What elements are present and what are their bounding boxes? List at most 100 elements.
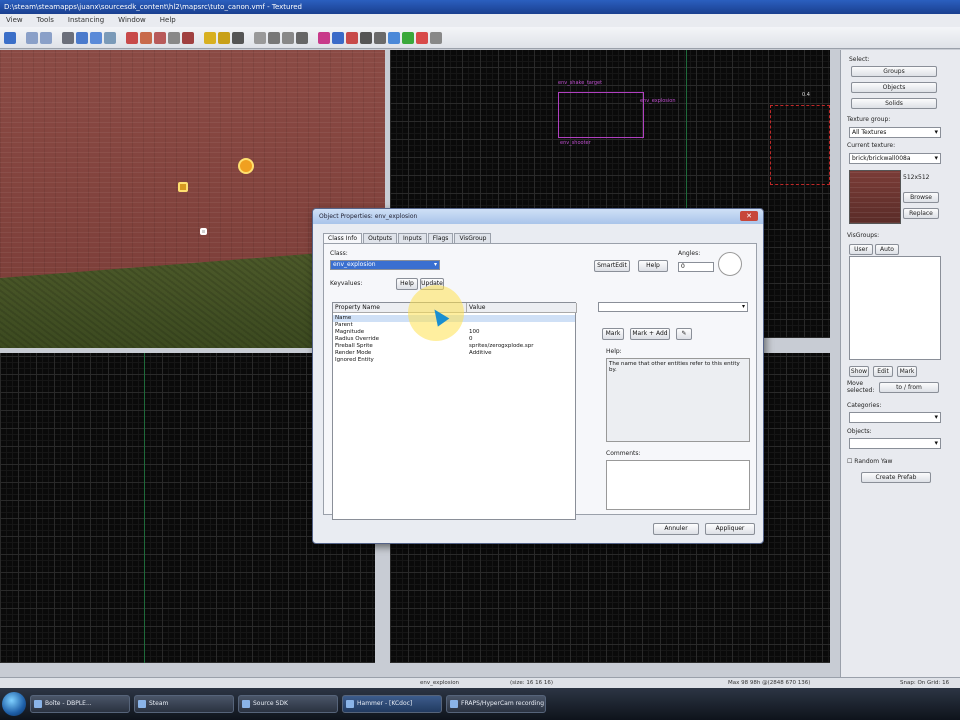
groups-button[interactable]: Groups — [851, 66, 937, 77]
menu-instancing[interactable]: Instancing — [68, 16, 104, 25]
table-row[interactable]: Ignored Entity — [333, 357, 575, 364]
tab-flags[interactable]: Flags — [427, 233, 454, 243]
tab-visgroup[interactable]: VisGroup — [454, 233, 492, 243]
carve-icon[interactable] — [168, 31, 180, 44]
help-button[interactable]: Help — [638, 260, 668, 272]
clip-icon[interactable] — [360, 31, 372, 44]
help-text-box: The name that other entities refer to th… — [606, 358, 750, 442]
brush-icon[interactable] — [282, 31, 294, 44]
table-row[interactable]: Render Mode Additive — [333, 350, 575, 357]
browse-button[interactable]: Browse — [903, 192, 939, 203]
vis-icon[interactable] — [332, 31, 344, 44]
tab-inputs[interactable]: Inputs — [398, 233, 427, 243]
magnify-icon[interactable] — [374, 31, 386, 44]
vertex-icon[interactable] — [154, 31, 166, 44]
texture-preview — [849, 170, 901, 224]
hide-icon[interactable] — [218, 31, 230, 44]
help-button-small[interactable]: Help — [396, 278, 418, 290]
replace-button[interactable]: Replace — [903, 208, 939, 219]
selection-box[interactable] — [770, 105, 830, 185]
menu-window[interactable]: Window — [118, 16, 146, 25]
objects-select[interactable] — [849, 438, 941, 449]
label-env-shooter: env_shooter — [560, 140, 591, 146]
block-icon[interactable] — [416, 31, 428, 44]
visgroup-list[interactable] — [849, 256, 941, 360]
tab-auto[interactable]: Auto — [875, 244, 899, 255]
value-select[interactable] — [598, 302, 748, 312]
mark-add-button[interactable]: Mark + Add — [630, 328, 670, 340]
entity-bbox[interactable] — [558, 92, 644, 138]
explosion-entity-icon[interactable] — [238, 158, 254, 174]
menu-view[interactable]: View — [6, 16, 23, 25]
tofrom-button[interactable]: to / from — [879, 382, 939, 393]
mark-button[interactable]: Mark — [602, 328, 624, 340]
start-button[interactable] — [2, 692, 26, 716]
apply-button[interactable]: Appliquer — [705, 523, 755, 535]
col-value-header[interactable]: Value — [467, 303, 577, 313]
create-prefab-button[interactable]: Create Prefab — [861, 472, 931, 483]
table-row[interactable]: Radius Override 0 — [333, 336, 575, 343]
mark-button[interactable]: Mark — [897, 366, 917, 377]
ungroup-icon[interactable] — [204, 31, 216, 44]
copy-icon[interactable] — [76, 31, 88, 44]
tab-user[interactable]: User — [849, 244, 873, 255]
taskbar: Boîte - DBPLE... Steam Source SDK Hammer… — [0, 688, 960, 720]
show-button[interactable]: Show — [849, 366, 869, 377]
taskbar-item[interactable]: Boîte - DBPLE... — [30, 695, 130, 713]
texture-group-label: Texture group: — [847, 116, 891, 123]
select-label: Select: — [849, 56, 870, 63]
comments-textarea[interactable] — [606, 460, 750, 510]
decal-icon[interactable] — [346, 31, 358, 44]
taskbar-item[interactable]: FRAPS/HyperCam recording — [446, 695, 546, 713]
class-select[interactable]: env_explosion — [330, 260, 440, 270]
paste-icon[interactable] — [90, 31, 102, 44]
cordon-icon[interactable] — [232, 31, 244, 44]
path-icon[interactable] — [402, 31, 414, 44]
3d-grid-icon[interactable] — [126, 31, 138, 44]
objects-label: Objects: — [847, 428, 872, 435]
close-button[interactable]: ✕ — [740, 211, 758, 221]
pointer-icon[interactable] — [4, 31, 16, 44]
camera-icon[interactable] — [388, 31, 400, 44]
displacement-icon[interactable] — [296, 31, 308, 44]
angles-input[interactable]: 0 — [678, 262, 714, 272]
edit-button[interactable]: Edit — [873, 366, 893, 377]
texture-group-select[interactable]: All Textures — [849, 127, 941, 138]
taskbar-item[interactable]: Steam — [134, 695, 234, 713]
cancel-button[interactable]: Annuler — [653, 523, 699, 535]
group-icon[interactable] — [182, 31, 194, 44]
eyedropper-icon[interactable]: ✎ — [676, 328, 692, 340]
table-row[interactable]: Fireball Sprite sprites/zerogxplode.spr — [333, 343, 575, 350]
run-map-icon[interactable] — [254, 31, 266, 44]
tab-outputs[interactable]: Outputs — [363, 233, 398, 243]
keyvalues-label: Keyvalues: — [330, 280, 363, 287]
random-yaw-label: Random Yaw — [854, 458, 893, 465]
tab-class-info[interactable]: Class Info — [323, 233, 363, 243]
taskbar-item[interactable]: Hammer - [KCdoc] — [342, 695, 442, 713]
overlay-icon[interactable] — [318, 31, 330, 44]
texture-lock-icon[interactable] — [140, 31, 152, 44]
menu-tools[interactable]: Tools — [37, 16, 54, 25]
morph-icon[interactable] — [430, 31, 442, 44]
taskbar-item[interactable]: Source SDK — [238, 695, 338, 713]
entity-icon[interactable] — [268, 31, 280, 44]
system-tray[interactable] — [920, 694, 960, 714]
shooter-entity-icon[interactable] — [200, 228, 207, 235]
label-env-shake: env_shake_target — [558, 80, 603, 86]
grid-icon[interactable] — [104, 31, 116, 44]
menu-help[interactable]: Help — [160, 16, 176, 25]
current-texture-label: Current texture: — [847, 142, 896, 149]
angles-dial[interactable] — [718, 252, 742, 276]
current-texture-select[interactable]: brick/brickwall008a — [849, 153, 941, 164]
objects-button[interactable]: Objects — [851, 82, 937, 93]
redo-icon[interactable] — [40, 31, 52, 44]
random-yaw-checkbox[interactable]: ☐ Random Yaw — [847, 458, 892, 465]
undo-icon[interactable] — [26, 31, 38, 44]
shake-entity-icon[interactable] — [178, 182, 188, 192]
solids-button[interactable]: Solids — [851, 98, 937, 109]
status-bar: env_explosion (size: 16 16 16) Max 98 98… — [0, 677, 960, 688]
dialog-body: Class: env_explosion Keyvalues: Help Upd… — [323, 243, 757, 520]
smartedit-button[interactable]: SmartEdit — [594, 260, 630, 272]
categories-select[interactable] — [849, 412, 941, 423]
cut-icon[interactable] — [62, 31, 74, 44]
